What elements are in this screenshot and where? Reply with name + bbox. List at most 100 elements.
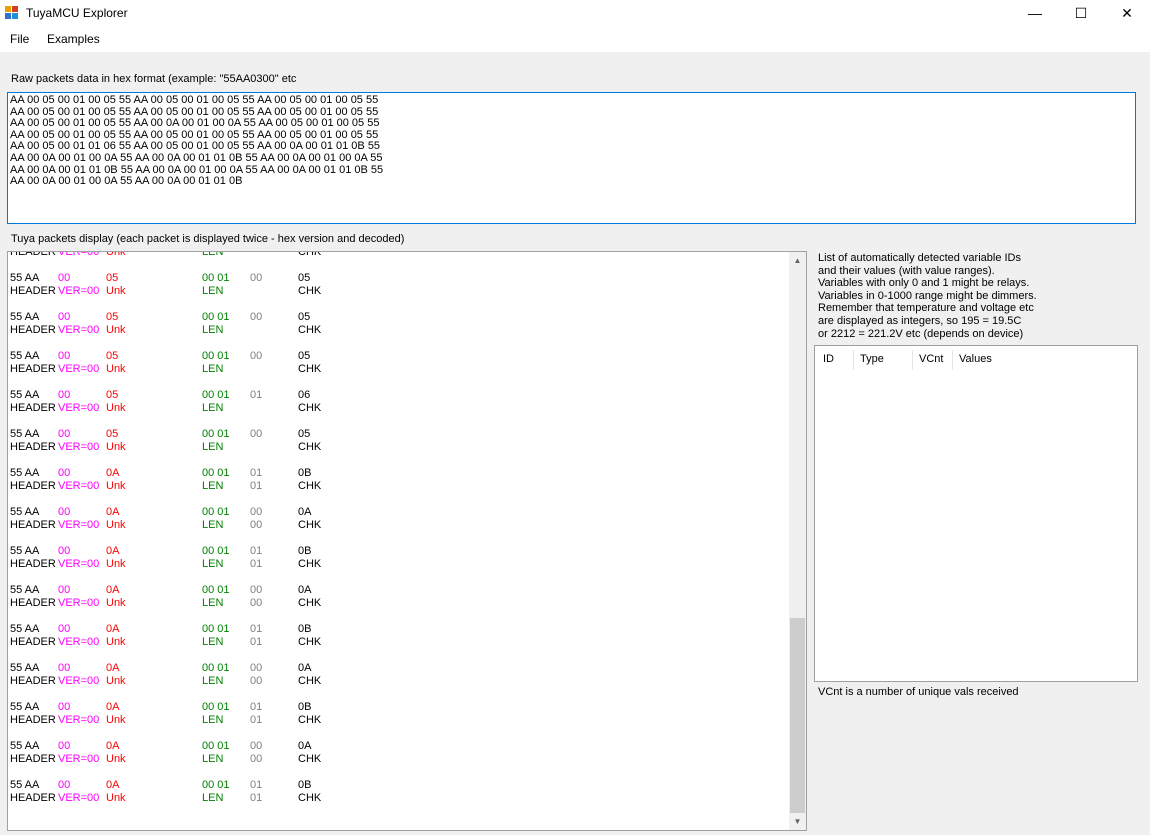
column-values[interactable]: Values	[959, 353, 992, 365]
len-hex: 00 01	[202, 311, 230, 323]
chk-hex: 0B	[298, 545, 312, 557]
header-hex: 55 AA	[10, 311, 40, 323]
info-line: Variables in 0-1000 range might be dimme…	[818, 289, 1037, 302]
menu-examples[interactable]: Examples	[47, 32, 100, 46]
header-label: HEADER	[10, 441, 56, 453]
header-hex: 55 AA	[10, 389, 40, 401]
unk-hex: 05	[106, 311, 119, 323]
len-hex: 00 01	[202, 662, 230, 674]
ver-label: VER=00	[58, 636, 100, 648]
column-id[interactable]: ID	[823, 353, 834, 365]
data-hex: 01	[250, 701, 263, 713]
packets-display[interactable]: HEADER VER=00 Unk LEN CHK 55 AA 00 05 00 01…	[7, 251, 807, 831]
ver-hex: 00	[58, 701, 71, 713]
packet-row: 55 AA 00 0A 00 01 01 0B HEADER VER=00 Unk LEN 01 CH…	[10, 545, 790, 584]
chk-label: CHK	[298, 597, 322, 609]
chk-hex: 05	[298, 311, 311, 323]
unk-hex: 0A	[106, 623, 120, 635]
unk-hex: 05	[106, 389, 119, 401]
info-line: or 2212 = 221.2V etc (depends on device)	[818, 327, 1024, 340]
len-hex: 00 01	[202, 428, 230, 440]
scroll-down-icon[interactable]: ▼	[789, 813, 806, 830]
data-hex: 01	[250, 389, 263, 401]
info-line: and their values (with value ranges).	[818, 264, 995, 277]
ver-label: VER=00	[58, 441, 100, 453]
unk-hex: 05	[106, 272, 119, 284]
data-hex: 01	[250, 779, 263, 791]
unk-label: Unk	[106, 480, 126, 492]
ver-label: VER=00	[58, 792, 100, 804]
unk-label: Unk	[106, 519, 126, 531]
info-line: are displayed as integers, so 195 = 19.5…	[818, 314, 1022, 327]
data-hex: 00	[250, 506, 263, 518]
chk-hex: 05	[298, 272, 311, 284]
unk-label: Unk	[106, 558, 126, 570]
header-hex: 55 AA	[10, 545, 40, 557]
scroll-up-icon[interactable]: ▲	[789, 252, 806, 269]
header-hex: 55 AA	[10, 701, 40, 713]
chk-hex: 0B	[298, 623, 312, 635]
variables-info-text: List of automatically detected variable …	[818, 252, 1138, 340]
data-hex: 01	[250, 545, 263, 557]
header-label: HEADER	[10, 324, 56, 336]
data-decoded: 00	[250, 753, 263, 765]
data-hex: 00	[250, 662, 263, 674]
packet-row: 55 AA 00 0A 00 01 00 0A HEADER VER=00 Unk LEN 00 CH…	[10, 506, 790, 545]
raw-packets-textarea[interactable]: AA 00 05 00 01 00 05 55 AA 00 05 00 01 0…	[7, 92, 1136, 224]
data-decoded: 00	[250, 597, 263, 609]
unk-label: Unk	[106, 675, 126, 687]
len-label: LEN	[202, 792, 224, 804]
chk-label: CHK	[298, 636, 322, 648]
header-label: HEADER	[10, 519, 56, 531]
header-label: HEADER	[10, 558, 56, 570]
data-decoded: 01	[250, 714, 263, 726]
menu-file[interactable]: File	[10, 32, 29, 46]
packets-scrollbar[interactable]: ▲ ▼	[789, 252, 806, 830]
chk-hex: 0A	[298, 506, 312, 518]
len-label: LEN	[202, 558, 224, 570]
packet-row: 55 AA 00 0A 00 01 01 0B HEADER VER=00 Unk LEN 01 CH…	[10, 467, 790, 506]
unk-hex: 0A	[106, 779, 120, 791]
close-button[interactable]: ✕	[1104, 0, 1150, 26]
header-hex: 55 AA	[10, 740, 40, 752]
app-grid-icon	[5, 6, 18, 19]
chk-hex: 0B	[298, 779, 312, 791]
header-label: HEADER	[10, 675, 56, 687]
packet-row: 55 AA 00 05 00 01 01 06 HEADER VER=00 Unk LEN CHK	[10, 389, 790, 428]
len-label: LEN	[202, 480, 224, 492]
column-divider	[853, 350, 854, 370]
ver-hex: 00	[58, 272, 71, 284]
chk-hex: 0B	[298, 467, 312, 479]
ver-label: VER=00	[58, 402, 100, 414]
header-label: HEADER	[10, 251, 56, 258]
header-hex: 55 AA	[10, 272, 40, 284]
ver-hex: 00	[58, 779, 71, 791]
header-hex: 55 AA	[10, 506, 40, 518]
packet-row: 55 AA 00 05 00 01 00 05 HEADER VER=00 Unk LEN CHK	[10, 272, 790, 311]
header-label: HEADER	[10, 402, 56, 414]
minimize-button[interactable]: —	[1012, 0, 1058, 26]
len-label: LEN	[202, 714, 224, 726]
header-hex: 55 AA	[10, 623, 40, 635]
title-bar: TuyaMCU Explorer — ☐ ✕	[0, 0, 1150, 26]
chk-hex: 0A	[298, 740, 312, 752]
len-label: LEN	[202, 636, 224, 648]
packet-row: 55 AA 00 0A 00 01 00 0A HEADER VER=00 Unk LEN 00 CH…	[10, 584, 790, 623]
chk-label: CHK	[298, 441, 322, 453]
chk-label: CHK	[298, 402, 322, 414]
column-type[interactable]: Type	[860, 353, 884, 365]
maximize-button[interactable]: ☐	[1058, 0, 1104, 26]
ver-label: VER=00	[58, 714, 100, 726]
packet-row: 55 AA 00 05 00 01 00 05 HEADER VER=00 Unk LEN CHK	[10, 428, 790, 467]
unk-label: Unk	[106, 285, 126, 297]
header-label: HEADER	[10, 636, 56, 648]
column-vcnt[interactable]: VCnt	[919, 353, 943, 365]
unk-hex: 0A	[106, 740, 120, 752]
scroll-thumb[interactable]	[790, 618, 805, 813]
chk-label: CHK	[298, 519, 322, 531]
ver-hex: 00	[58, 311, 71, 323]
data-decoded: 00	[250, 675, 263, 687]
ver-label: VER=00	[58, 251, 100, 258]
len-hex: 00 01	[202, 545, 230, 557]
variables-list[interactable]: ID Type VCnt Values	[814, 345, 1138, 682]
